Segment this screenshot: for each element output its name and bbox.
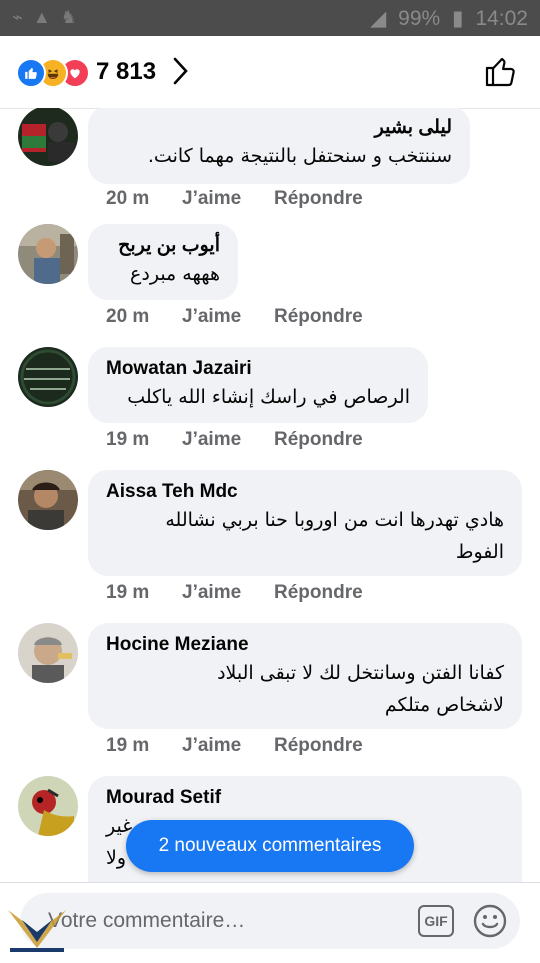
status-right: ◢ 99% ▮ 14:02	[364, 6, 528, 31]
comment-bubble[interactable]: Mowatan Jazairi الرصاص في راسك إنشاء الل…	[88, 347, 428, 423]
chevron-right-icon[interactable]	[172, 56, 190, 91]
comment-text-line-2: الفوط	[455, 541, 504, 563]
gif-button[interactable]: GIF	[418, 905, 454, 937]
comment-author[interactable]: Aissa Teh Mdc	[106, 480, 504, 504]
like-icon	[16, 58, 46, 88]
comment-composer: Votre commentaire… GIF	[0, 882, 540, 960]
avatar[interactable]	[18, 347, 78, 407]
reactions-header: 7 813	[0, 36, 540, 109]
new-comments-button[interactable]: 2 nouveaux commentaires	[126, 820, 414, 872]
reply-link[interactable]: Répondre	[274, 429, 363, 451]
reply-link[interactable]: Répondre	[274, 306, 363, 328]
clock: 14:02	[475, 7, 528, 30]
like-link[interactable]: J’aime	[182, 735, 241, 757]
comment-author[interactable]: ليلى بشير	[106, 116, 452, 140]
like-button[interactable]	[484, 54, 518, 93]
status-bar: ⌁▲♞ ◢ 99% ▮ 14:02	[0, 0, 540, 36]
comment-input[interactable]: Votre commentaire… GIF	[20, 893, 520, 949]
comment-time: 19 m	[106, 582, 150, 603]
comment-bubble[interactable]: Hocine Meziane كفانا الفتن وسانتخل لك لا…	[88, 623, 522, 729]
notification-icons: ⌁▲♞	[12, 7, 87, 27]
comment-time: 20 m	[106, 188, 150, 209]
emoji-button[interactable]	[472, 903, 508, 944]
battery-icon: ▮	[452, 7, 464, 30]
comments-sheet: 7 813 ليلى بشير سننتخب و سنحتفل بالنتيجة…	[0, 36, 540, 960]
signal-icon: ◢	[370, 7, 387, 30]
comment-time: 20 m	[106, 306, 150, 327]
smiley-icon	[473, 904, 507, 938]
avatar[interactable]	[18, 776, 78, 836]
comment-text: الرصاص في راسك إنشاء الله ياكلب	[127, 386, 410, 408]
comment-bubble[interactable]: أيوب بن يربح هههه مبردع	[88, 224, 238, 300]
comment-author[interactable]: Mourad Setif	[106, 786, 504, 810]
comment-time: 19 m	[106, 429, 150, 450]
comment-bubble[interactable]: ليلى بشير سننتخب و سنحتفل بالنتيجة مهما …	[88, 108, 470, 184]
like-link[interactable]: J’aime	[182, 188, 241, 210]
battery-percent: 99%	[398, 7, 441, 30]
avatar[interactable]	[18, 108, 78, 166]
forum-watermark-logo	[2, 902, 72, 958]
comment-author[interactable]: أيوب بن يربح	[106, 234, 220, 258]
comment-bubble[interactable]: Aissa Teh Mdc هادي تهدرها انت من اوروبا …	[88, 470, 522, 576]
comment-list[interactable]: ليلى بشير سننتخب و سنحتفل بالنتيجة مهما …	[0, 108, 540, 882]
reaction-count[interactable]: 7 813	[96, 58, 156, 86]
comment-author[interactable]: Mowatan Jazairi	[106, 357, 410, 381]
reply-link[interactable]: Répondre	[274, 582, 363, 604]
avatar[interactable]	[18, 470, 78, 530]
thumbs-up-icon	[485, 57, 515, 87]
comment-text: هادي تهدرها انت من اوروبا حنا بربي نشالل…	[165, 509, 504, 531]
comment-text: هههه مبردع	[130, 263, 220, 285]
like-link[interactable]: J’aime	[182, 582, 241, 604]
comment-text: كفانا الفتن وسانتخل لك لا تبقى البلاد	[217, 662, 504, 684]
like-link[interactable]: J’aime	[182, 429, 241, 451]
avatar[interactable]	[18, 623, 78, 683]
comment-text-line-2: لاشخاص متلكم	[384, 694, 504, 716]
comment-placeholder: Votre commentaire…	[48, 909, 246, 932]
like-link[interactable]: J’aime	[182, 306, 241, 328]
comment-time: 19 m	[106, 735, 150, 756]
avatar[interactable]	[18, 224, 78, 284]
reply-link[interactable]: Répondre	[274, 188, 363, 210]
comment-author[interactable]: Hocine Meziane	[106, 633, 504, 657]
comment-text: سننتخب و سنحتفل بالنتيجة مهما كانت.	[147, 145, 452, 167]
reply-link[interactable]: Répondre	[274, 735, 363, 757]
